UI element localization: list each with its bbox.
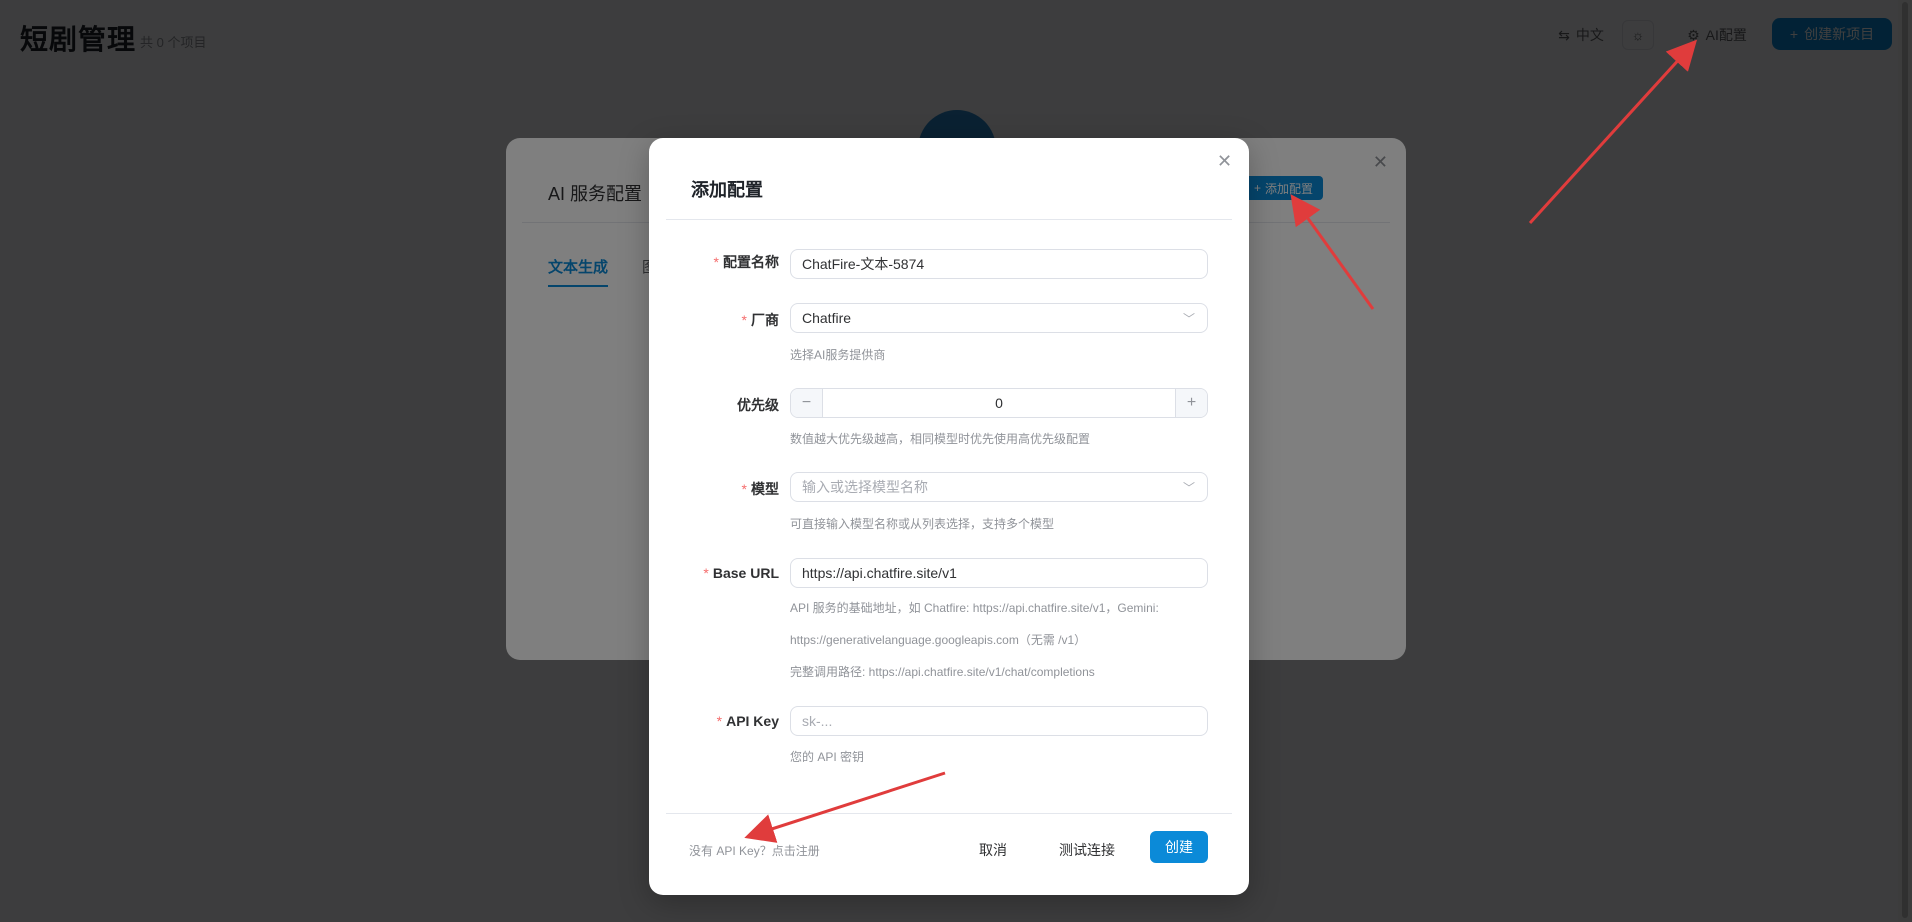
config-name-input[interactable]: ChatFire-文本-5874 (790, 249, 1208, 279)
required-mark: * (716, 713, 723, 729)
config-name-value: ChatFire-文本-5874 (802, 256, 925, 272)
chevron-down-icon: ﹀ (1182, 481, 1195, 495)
cancel-button[interactable]: 取消 (969, 835, 1017, 865)
close-icon[interactable]: ✕ (1217, 152, 1232, 170)
vendor-label: * 厂商 (741, 312, 779, 328)
model-select[interactable]: 输入或选择模型名称 ﹀ (790, 472, 1208, 502)
priority-stepper[interactable]: − 0 + (790, 388, 1208, 418)
base-url-hint-1: API 服务的基础地址，如 Chatfire: https://api.chat… (790, 601, 1159, 615)
required-mark: * (713, 254, 719, 270)
vendor-value: Chatfire (802, 310, 852, 326)
priority-hint: 数值越大优先级越高，相同模型时优先使用高优先级配置 (790, 432, 1091, 446)
base-url-input[interactable]: https://api.chatfire.site/v1 (790, 558, 1208, 588)
vendor-select[interactable]: Chatfire ﹀ (790, 303, 1208, 333)
add-config-dialog: 添加配置 ✕ * 配置名称 ChatFire-文本-5874 * 厂商 Chatfi… (649, 138, 1249, 895)
base-url-hint-2: https://generativelanguage.googleapis.co… (790, 633, 1087, 647)
model-hint: 可直接输入模型名称或从列表选择，支持多个模型 (790, 517, 1055, 531)
api-key-placeholder: sk-... (802, 713, 833, 729)
api-key-input[interactable]: sk-... (790, 706, 1208, 736)
priority-value[interactable]: 0 (823, 389, 1175, 417)
divider (666, 219, 1232, 220)
base-url-label: * Base URL (703, 565, 779, 581)
test-connection-button[interactable]: 测试连接 (1049, 835, 1125, 865)
register-link[interactable]: 没有 API Key？点击注册 (689, 842, 820, 859)
priority-label: 优先级 (737, 397, 779, 413)
decrement-button[interactable]: − (791, 389, 823, 417)
create-button[interactable]: 创建 (1150, 831, 1208, 863)
chevron-down-icon: ﹀ (1182, 312, 1195, 326)
api-key-label: * API Key (716, 713, 779, 729)
model-placeholder: 输入或选择模型名称 (802, 479, 928, 495)
required-mark: * (703, 565, 709, 581)
vendor-hint: 选择AI服务提供商 (790, 348, 886, 362)
dialog-title: 添加配置 (691, 180, 763, 200)
name-label: * 配置名称 (713, 254, 779, 270)
required-mark: * (741, 481, 747, 497)
increment-button[interactable]: + (1175, 389, 1207, 417)
model-label: * 模型 (741, 481, 779, 497)
base-url-hint-3: 完整调用路径: https://api.chatfire.site/v1/cha… (790, 665, 1095, 679)
base-url-value: https://api.chatfire.site/v1 (802, 565, 957, 581)
required-mark: * (741, 312, 747, 328)
divider (666, 813, 1232, 814)
api-key-hint: 您的 API 密钥 (790, 750, 865, 764)
